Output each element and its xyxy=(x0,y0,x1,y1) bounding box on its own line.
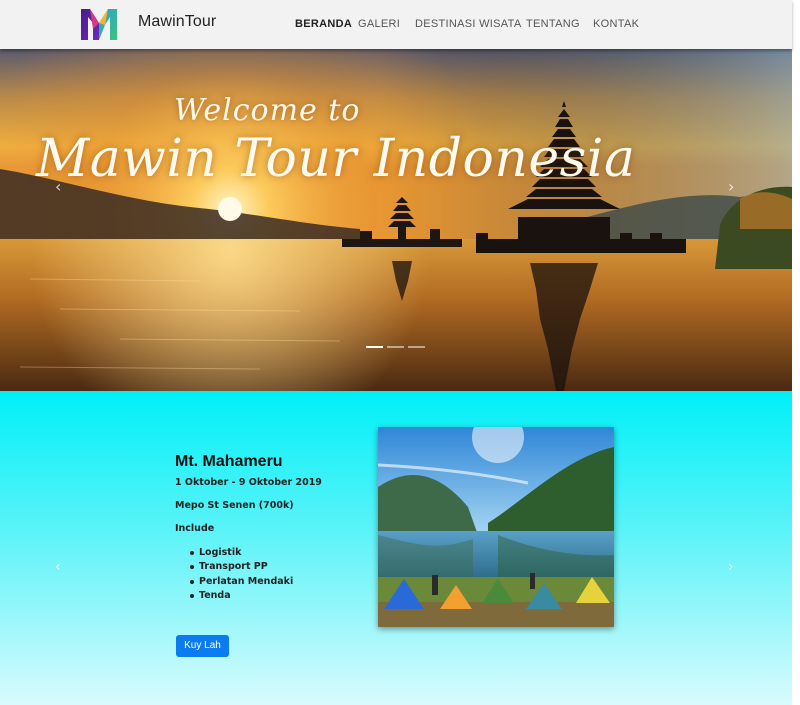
nav-tentang[interactable]: TENTANG xyxy=(526,18,580,30)
m-letter-logo[interactable] xyxy=(81,9,117,40)
brand-name[interactable]: MawinTour xyxy=(138,13,216,31)
chevron-right-icon[interactable]: › xyxy=(728,559,734,575)
tour-include-list: Logistik Transport PP Perlatan Mendaki T… xyxy=(189,546,293,603)
tour-carousel: Mt. Mahameru 1 Oktober - 9 Oktober 2019 … xyxy=(0,391,792,705)
tour-photo xyxy=(378,427,614,627)
page-right-margin xyxy=(792,0,800,705)
navbar: MawinTour BERANDA GALERI DESTINASI WISAT… xyxy=(0,0,792,49)
hero-carousel: Welcome to Mawin Tour Indonesia ‹ › xyxy=(0,49,792,391)
tour-title: Mt. Mahameru xyxy=(175,453,283,470)
chevron-left-icon[interactable]: ‹ xyxy=(55,559,61,575)
list-item: Tenda xyxy=(189,589,293,603)
tour-dates: 1 Oktober - 9 Oktober 2019 xyxy=(175,477,322,488)
chevron-right-icon[interactable]: › xyxy=(728,177,734,196)
carousel-indicators xyxy=(366,346,425,349)
list-item: Perlatan Mendaki xyxy=(189,575,293,589)
kuy-lah-button[interactable]: Kuy Lah xyxy=(176,635,229,657)
hero-title: Mawin Tour Indonesia xyxy=(36,129,636,189)
nav-beranda[interactable]: BERANDA xyxy=(295,18,352,30)
nav-galeri[interactable]: GALERI xyxy=(358,18,400,30)
tour-meeting-point: Mepo St Senen (700k) xyxy=(175,500,294,511)
carousel-indicator-3[interactable] xyxy=(408,346,425,348)
hero-welcome-text: Welcome to xyxy=(174,93,361,128)
list-item: Logistik xyxy=(189,546,293,560)
tour-include-label: Include xyxy=(175,523,215,534)
nav-destinasi-wisata[interactable]: DESTINASI WISATA xyxy=(415,18,521,30)
carousel-indicator-2[interactable] xyxy=(387,346,404,348)
carousel-indicator-1[interactable] xyxy=(366,346,383,348)
nav-kontak[interactable]: KONTAK xyxy=(593,18,639,30)
list-item: Transport PP xyxy=(189,560,293,574)
chevron-left-icon[interactable]: ‹ xyxy=(55,177,61,196)
hero-image xyxy=(0,49,792,391)
